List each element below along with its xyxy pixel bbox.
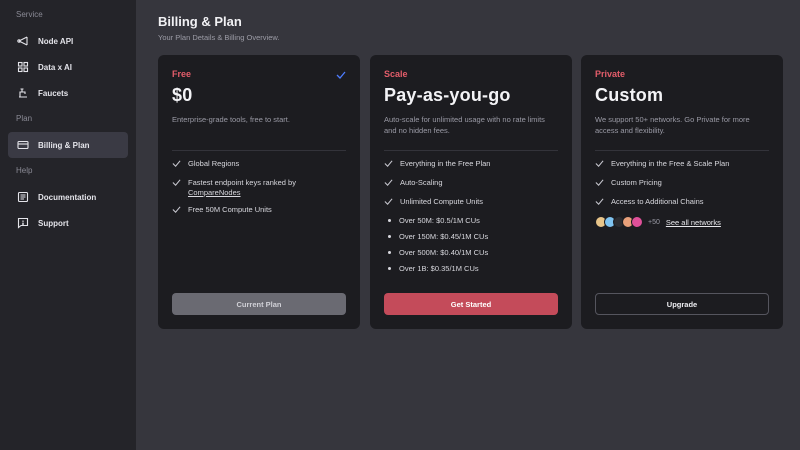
pricing-tier-item: Over 50M: $0.5/1M CUs [384, 216, 558, 225]
section-label-help: Help [16, 166, 33, 175]
sidebar-item-label: Node API [38, 36, 74, 46]
comparenodes-link[interactable]: CompareNodes [188, 188, 241, 197]
divider [384, 150, 558, 151]
plan-description: We support 50+ networks. Go Private for … [595, 115, 750, 135]
pricing-tier-item: Over 150M: $0.45/1M CUs [384, 232, 558, 241]
plan-card-scale: Scale Pay-as-you-go Auto-scale for unlim… [370, 55, 572, 329]
feature-text: Access to Additional Chains [611, 197, 704, 206]
feature-text: Global Regions [188, 159, 240, 168]
feature-text: Unlimited Compute Units [400, 197, 483, 206]
document-icon [16, 190, 30, 204]
bullet-dot [388, 251, 391, 254]
plan-tier: Free [172, 69, 192, 79]
sidebar-item-billing-plan[interactable]: Billing & Plan [8, 132, 128, 158]
billing-card-icon [16, 138, 30, 152]
page-title: Billing & Plan [158, 14, 242, 29]
feature-item: Everything in the Free Plan [384, 159, 558, 171]
pricing-tier-text: Over 50M: $0.5/1M CUs [399, 216, 480, 225]
pricing-tier-item: Over 500M: $0.40/1M CUs [384, 248, 558, 257]
pricing-tier-text: Over 150M: $0.45/1M CUs [399, 232, 489, 241]
page-subtitle: Your Plan Details & Billing Overview. [158, 33, 280, 42]
network-logo-icon [631, 216, 643, 228]
bullet-dot [388, 267, 391, 270]
sidebar-item-label: Data x AI [38, 62, 72, 72]
check-icon [595, 197, 607, 209]
plan-price: Custom [595, 85, 664, 105]
feature-item: Fastest endpoint keys ranked by CompareN… [172, 178, 346, 198]
sidebar-item-documentation[interactable]: Documentation [8, 184, 128, 210]
pricing-tier-item: Over 1B: $0.35/1M CUs [384, 264, 558, 273]
feature-text: Auto-Scaling [400, 178, 443, 187]
bullet-dot [388, 235, 391, 238]
check-icon [595, 178, 607, 190]
divider [595, 150, 769, 151]
main-content: Billing & Plan Your Plan Details & Billi… [136, 0, 800, 450]
see-all-networks-link[interactable]: See all networks [666, 218, 721, 227]
feature-item: Global Regions [172, 159, 346, 171]
plan-tier: Private [595, 69, 626, 79]
node-api-icon [16, 34, 30, 48]
feature-text: Custom Pricing [611, 178, 662, 187]
feature-item: Free 50M Compute Units [172, 205, 346, 217]
feature-text: Fastest endpoint keys ranked by [188, 178, 296, 187]
check-icon [172, 178, 184, 190]
check-icon [172, 159, 184, 171]
faucet-icon [16, 86, 30, 100]
sidebar-item-label: Faucets [38, 88, 69, 98]
networks-row: +50 See all networks [595, 216, 769, 228]
sidebar-item-label: Support [38, 218, 69, 228]
sidebar: Service Node API Data x AI Faucets Plan … [0, 0, 136, 450]
sidebar-item-support[interactable]: Support [8, 210, 128, 236]
more-networks-count: +50 [648, 218, 660, 226]
sidebar-item-faucets[interactable]: Faucets [8, 80, 128, 106]
support-icon [16, 216, 30, 230]
check-icon [384, 159, 396, 171]
feature-item: Auto-Scaling [384, 178, 558, 190]
current-plan-check-icon [336, 67, 346, 85]
current-plan-button[interactable]: Current Plan [172, 293, 346, 315]
bullet-dot [388, 219, 391, 222]
sidebar-item-node-api[interactable]: Node API [8, 28, 128, 54]
plan-price: $0 [172, 85, 193, 105]
get-started-button[interactable]: Get Started [384, 293, 558, 315]
pricing-tier-text: Over 1B: $0.35/1M CUs [399, 264, 479, 273]
sidebar-item-label: Documentation [38, 192, 97, 202]
plan-tier: Scale [384, 69, 408, 79]
check-icon [384, 197, 396, 209]
plan-price: Pay-as-you-go [384, 85, 511, 105]
feature-item: Access to Additional Chains [595, 197, 769, 209]
plan-description: Auto-scale for unlimited usage with no r… [384, 115, 545, 135]
check-icon [384, 178, 396, 190]
network-logos [595, 216, 643, 228]
check-icon [595, 159, 607, 171]
upgrade-button[interactable]: Upgrade [595, 293, 769, 315]
pricing-tier-text: Over 500M: $0.40/1M CUs [399, 248, 489, 257]
plan-card-free: Free $0 Enterprise-grade tools, free to … [158, 55, 360, 329]
feature-item: Everything in the Free & Scale Plan [595, 159, 769, 171]
feature-text: Everything in the Free & Scale Plan [611, 159, 730, 168]
section-label-plan: Plan [16, 114, 33, 123]
feature-text-with-link: Fastest endpoint keys ranked by CompareN… [188, 178, 296, 198]
feature-text: Free 50M Compute Units [188, 205, 272, 214]
divider [172, 150, 346, 151]
plan-card-private: Private Custom We support 50+ networks. … [581, 55, 783, 329]
feature-item: Unlimited Compute Units [384, 197, 558, 209]
sidebar-item-label: Billing & Plan [38, 140, 90, 150]
check-icon [172, 205, 184, 217]
feature-text: Everything in the Free Plan [400, 159, 491, 168]
feature-item: Custom Pricing [595, 178, 769, 190]
sidebar-item-data-ai[interactable]: Data x AI [8, 54, 128, 80]
plan-description: Enterprise-grade tools, free to start. [172, 115, 290, 124]
data-ai-icon [16, 60, 30, 74]
section-label-service: Service [16, 10, 43, 19]
